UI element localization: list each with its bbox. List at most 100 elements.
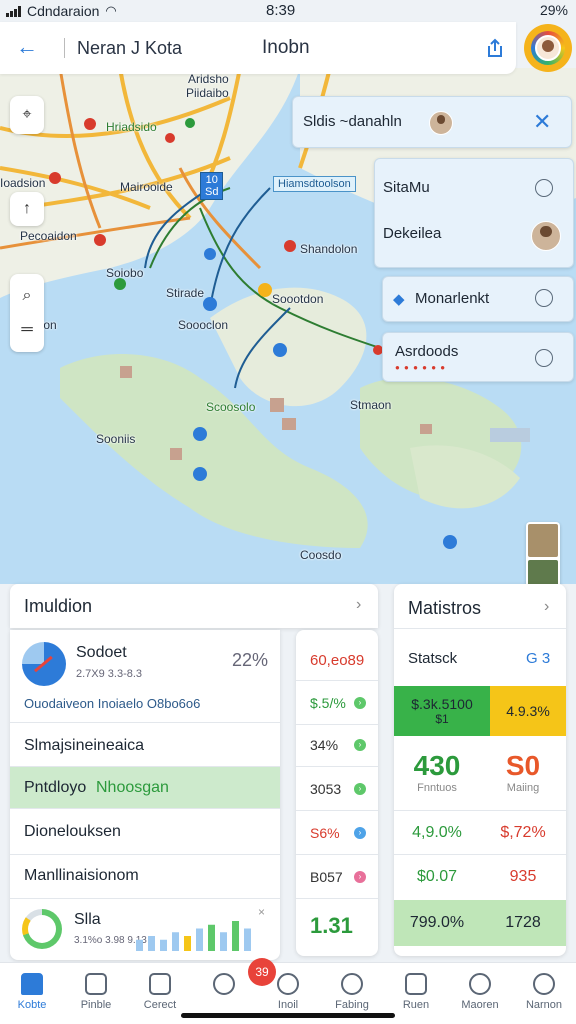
sparkline-bar xyxy=(232,921,239,951)
stat-cell: 799.0% xyxy=(409,914,465,931)
close-icon[interactable]: × xyxy=(258,905,265,919)
compass-button[interactable]: ↑ xyxy=(10,192,44,226)
value-row: 3053 › xyxy=(296,766,378,810)
search-popup[interactable]: Sldis ~danahln ✕ xyxy=(292,96,572,148)
map-label: Soiobo xyxy=(106,266,144,280)
contact-avatar[interactable] xyxy=(531,221,561,251)
chevron-right-icon[interactable]: › xyxy=(356,596,361,614)
close-icon[interactable]: ✕ xyxy=(533,109,551,135)
sparkline-bars xyxy=(136,921,251,951)
radio-option[interactable] xyxy=(535,289,553,307)
layer-option[interactable]: ◆ Monarlenkt xyxy=(382,276,574,322)
sparkline-bar xyxy=(148,936,155,951)
value-row: 34% › xyxy=(296,724,378,766)
nav-home[interactable]: Kobte xyxy=(0,963,64,1024)
map-label: Mairooide xyxy=(120,180,173,194)
layer-option[interactable]: Asrdoods ● ● ● ● ● ● xyxy=(382,332,574,382)
stat-cell[interactable]: 4.9.3% xyxy=(490,686,566,736)
filter-icon[interactable]: ═ xyxy=(21,321,32,339)
stat-cell[interactable]: 430 Fnntuos xyxy=(394,740,480,804)
layer-controls[interactable]: ⌕ ═ xyxy=(10,274,44,352)
summary-percent: 22% xyxy=(232,650,269,670)
status-bar: Cdndaraion ◠ 8:39 29% xyxy=(0,0,576,22)
avatar[interactable] xyxy=(524,24,572,72)
list-item-chart[interactable]: Slla 3.1%o 3.98 9.13 × xyxy=(10,898,280,956)
photo-strip[interactable] xyxy=(526,522,560,584)
back-button[interactable]: ← xyxy=(16,34,42,60)
link-row[interactable]: Ouodaiveon Inoiaelo O8bo6o6 xyxy=(24,696,200,711)
signal-icon xyxy=(6,5,21,17)
radio-option[interactable] xyxy=(535,349,553,367)
battery-label: 29% xyxy=(539,2,568,18)
radio-option[interactable] xyxy=(535,179,553,197)
nav-item[interactable]: Narnon xyxy=(512,963,576,1024)
notification-badge[interactable]: 39 xyxy=(248,958,276,986)
page-title: Inobn xyxy=(262,37,310,58)
photo-thumbnail[interactable] xyxy=(528,560,558,584)
list-item-selected[interactable]: Pntdloyo Nhoosgan xyxy=(10,766,280,808)
sparkline-bar xyxy=(244,928,251,951)
stat-cell[interactable]: $0.07 xyxy=(394,854,480,898)
stat-cell[interactable]: 4,9.0% xyxy=(394,810,480,854)
locate-button[interactable]: ⌖ xyxy=(10,96,44,134)
map-cluster-marker[interactable]: 10 Sd xyxy=(200,172,224,200)
chevron-right-icon[interactable]: › xyxy=(544,598,549,616)
map-label: Aridsho xyxy=(188,72,229,86)
map-label: Hriadsido xyxy=(106,120,157,134)
list-icon xyxy=(85,973,107,995)
home-icon xyxy=(21,973,43,995)
stat-cell[interactable]: $.3k.5100 $1 xyxy=(394,686,490,736)
map-label: Shandolon xyxy=(300,242,358,256)
list-item[interactable]: Dionelouksen xyxy=(10,808,280,854)
stat-cell[interactable]: $,72% xyxy=(480,810,566,854)
clock: 8:39 xyxy=(266,2,296,19)
map-label: Piidaibo xyxy=(186,86,229,100)
top-bar: ← Neran J Kota Inobn xyxy=(0,22,516,74)
status-dot: › xyxy=(354,827,366,839)
sparkline-bar xyxy=(208,924,215,951)
value-row: S6% › xyxy=(296,810,378,854)
map-label: Soooclon xyxy=(178,318,229,332)
search-popup-label: Sldis ~danahln xyxy=(303,113,402,130)
footer-name: Slla xyxy=(74,911,101,928)
circle-icon xyxy=(213,973,235,995)
stat-cell: 1728 xyxy=(505,914,541,931)
info-panel-title: Imuldion xyxy=(24,596,93,616)
nav-item[interactable]: Pinble xyxy=(64,963,128,1024)
summary-name: Sodoet xyxy=(76,644,127,661)
wifi-icon: ◠ xyxy=(105,3,117,18)
stats-title: Matistros xyxy=(408,598,482,618)
pin-icon[interactable]: ⌕ xyxy=(23,287,32,305)
map-label: Sooniis xyxy=(96,432,136,446)
route-label[interactable]: Hiamsdtoolson xyxy=(273,176,356,192)
stats-subtitle: Statsck xyxy=(408,650,458,667)
summary-detail: 2.7X9 3.3-8.3 xyxy=(76,668,143,680)
nav-item[interactable]: Maoren xyxy=(448,963,512,1024)
crosshair-icon: ⌖ xyxy=(22,106,32,123)
map-label: Stirade xyxy=(166,286,205,300)
sparkline-bar xyxy=(136,939,143,951)
list-item[interactable]: Manllinaisionom xyxy=(10,854,280,898)
status-dot: › xyxy=(354,783,366,795)
info-panel-header[interactable]: Imuldion › xyxy=(10,584,378,628)
sparkline-bar xyxy=(220,932,227,951)
divider xyxy=(64,38,65,58)
stat-cell[interactable]: S0 Maiing xyxy=(480,740,566,804)
heart-icon xyxy=(405,973,427,995)
stat-cell[interactable]: 935 xyxy=(480,854,566,898)
home-indicator xyxy=(181,1013,395,1018)
sparkline-bar xyxy=(196,928,203,951)
clock-icon xyxy=(341,973,363,995)
photo-thumbnail[interactable] xyxy=(528,524,558,558)
map-label: Stmaon xyxy=(350,398,392,412)
stats-subvalue: G 3 xyxy=(526,650,551,667)
place-card[interactable]: SitaMu Dekeilea xyxy=(374,158,574,268)
share-icon[interactable] xyxy=(482,36,506,60)
diamond-icon: ◆ xyxy=(393,291,405,308)
column-header: 60,eo89 xyxy=(310,652,365,669)
carrier-label: Cdndaraion xyxy=(27,3,100,19)
location-title[interactable]: Neran J Kota xyxy=(77,38,182,59)
map-label: Coosdo xyxy=(300,548,342,562)
map-label: Soootdon xyxy=(272,292,324,306)
list-item[interactable]: Slmajsineineaica xyxy=(10,722,280,766)
